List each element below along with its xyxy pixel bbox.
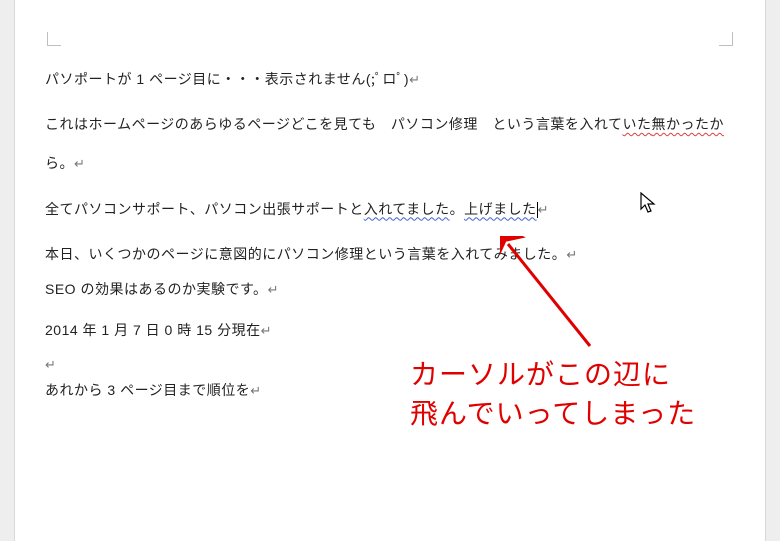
text-run[interactable]: 全てパソコンサポート、パソコン出張サポートと bbox=[45, 201, 364, 217]
paragraph-mark: ↵ bbox=[250, 383, 261, 398]
paragraph-6[interactable]: 2014 年 1 月 7 日 0 時 15 分現在↵ bbox=[45, 311, 735, 350]
text-run[interactable]: あれから 3 ページ目まで順位を bbox=[45, 382, 250, 398]
text-run[interactable]: ら。 bbox=[45, 155, 74, 171]
paragraph-mark: ↵ bbox=[268, 282, 279, 297]
paragraph-mark: ↵ bbox=[45, 357, 56, 372]
text-run[interactable]: 2014 年 1 月 7 日 0 時 15 分現在 bbox=[45, 322, 261, 338]
text-run[interactable]: 。 bbox=[450, 201, 465, 217]
paragraph-mark: ↵ bbox=[538, 202, 549, 217]
annotation-line-2: 飛んでいってしまった bbox=[410, 394, 696, 433]
arrow-icon bbox=[500, 236, 610, 356]
proofing-error[interactable]: 無かったか bbox=[651, 116, 724, 132]
text-run[interactable]: ロ bbox=[382, 71, 404, 87]
paragraph-1[interactable]: パソポートが 1 ページ目に・・・表示されません(;ﾟロﾟ)↵ bbox=[45, 60, 735, 99]
paragraph-mark: ↵ bbox=[409, 72, 420, 87]
paragraph-mark: ↵ bbox=[261, 323, 272, 338]
text-run[interactable]: 本日、いくつかのページに意図的にパソコン修理という言葉を入れてみました。 bbox=[45, 246, 566, 262]
text-run[interactable]: SEO の効果はあるのか実験です。 bbox=[45, 281, 268, 297]
text-run[interactable]: これはホームページのあらゆるページどこを見ても パソコン修理 という言葉を入れて bbox=[45, 116, 622, 132]
margin-corner-top-left bbox=[47, 32, 61, 46]
annotation-line-1: カーソルがこの辺に bbox=[410, 355, 696, 394]
mouse-cursor-icon bbox=[640, 192, 658, 216]
paragraph-5[interactable]: SEO の効果はあるのか実験です。↵ bbox=[45, 274, 735, 305]
text-run[interactable]: パソポートが 1 ページ目に・・・表示されません(; bbox=[45, 71, 382, 87]
paragraph-mark: ↵ bbox=[74, 156, 85, 171]
paragraph-4[interactable]: 本日、いくつかのページに意図的にパソコン修理という言葉を入れてみました。↵ bbox=[45, 235, 735, 274]
proofing-error[interactable]: いた bbox=[622, 116, 651, 132]
margin-corner-top-right bbox=[719, 32, 733, 46]
paragraph-3[interactable]: 全てパソコンサポート、パソコン出張サポートと入れてました。上げました↵ bbox=[45, 190, 735, 229]
annotation-text: カーソルがこの辺に 飛んでいってしまった bbox=[410, 355, 696, 433]
document-page[interactable]: パソポートが 1 ページ目に・・・表示されません(;ﾟロﾟ)↵ これはホームペー… bbox=[14, 0, 766, 541]
paragraph-2[interactable]: これはホームページのあらゆるページどこを見ても パソコン修理 という言葉を入れて… bbox=[45, 105, 735, 183]
grammar-error[interactable]: 入れてました bbox=[364, 201, 450, 217]
grammar-error[interactable]: 上げました bbox=[464, 201, 537, 217]
